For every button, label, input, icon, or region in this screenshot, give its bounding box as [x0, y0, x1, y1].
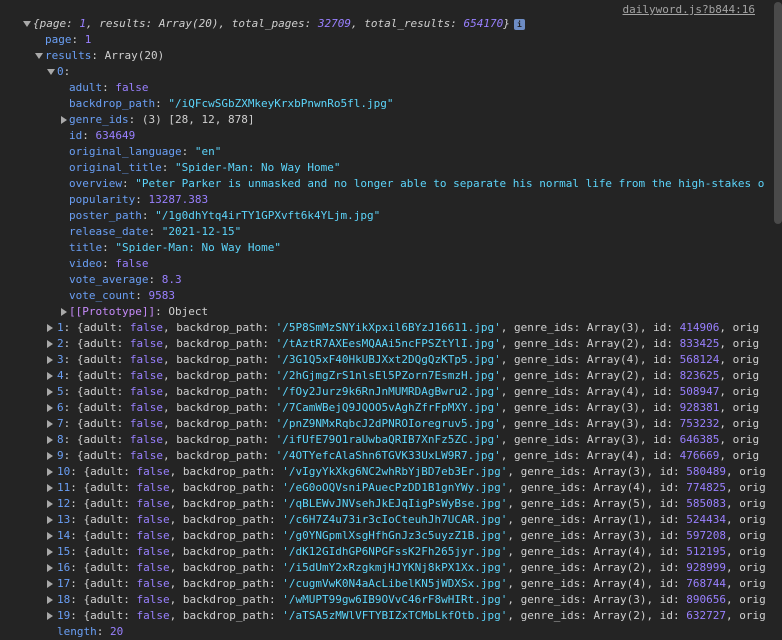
property-backdrop-path: backdrop_path: "/iQFcwSGbZXMkeyKrxbPnwnR… — [69, 97, 394, 110]
object-summary[interactable]: {page: 1, results: Array(20), total_page… — [33, 16, 525, 32]
expand-arrow-icon[interactable] — [47, 564, 53, 572]
result-item-row[interactable]: 11: {adult: false, backdrop_path: '/eG0o… — [57, 480, 766, 496]
results-property[interactable]: results: Array(20) — [45, 48, 164, 64]
source-link[interactable]: dailyword.js?b844:16 — [623, 2, 755, 18]
expand-arrow-icon[interactable] — [47, 340, 53, 348]
property-original-title: original_title: "Spider-Man: No Way Home… — [69, 161, 341, 174]
result-item-row[interactable]: 10: {adult: false, backdrop_path: '/vIgy… — [57, 464, 766, 480]
result-item-row[interactable]: 12: {adult: false, backdrop_path: '/qBLE… — [57, 496, 766, 512]
expand-arrow-icon[interactable] — [47, 388, 53, 396]
result-item-row[interactable]: 4: {adult: false, backdrop_path: '/2hGjm… — [57, 368, 759, 384]
expand-arrow-icon[interactable] — [47, 596, 53, 604]
scrollbar-thumb[interactable] — [774, 2, 782, 224]
result-item-row[interactable]: 15: {adult: false, backdrop_path: '/dK12… — [57, 544, 766, 560]
property-vote-count: vote_count: 9583 — [69, 289, 175, 302]
property-id: id: 634649 — [69, 129, 136, 142]
expand-arrow-icon[interactable] — [47, 516, 53, 524]
result-item-row[interactable]: 6: {adult: false, backdrop_path: '/7CamW… — [57, 400, 759, 416]
property-vote-average: vote_average: 8.3 — [69, 273, 182, 286]
length-property: length: 20 — [57, 625, 124, 638]
expand-arrow-icon[interactable] — [47, 436, 53, 444]
expand-arrow-icon[interactable] — [47, 612, 53, 620]
expand-arrow-icon[interactable] — [47, 404, 53, 412]
expand-arrow-icon[interactable] — [47, 532, 53, 540]
result-item-row[interactable]: 14: {adult: false, backdrop_path: '/g0YN… — [57, 528, 766, 544]
result-item-row[interactable]: 9: {adult: false, backdrop_path: '/4OTYe… — [57, 448, 759, 464]
result-item-row[interactable]: 18: {adult: false, backdrop_path: '/wMUP… — [57, 592, 766, 608]
result-item-row[interactable]: 17: {adult: false, backdrop_path: '/cugm… — [57, 576, 766, 592]
property-adult: adult: false — [69, 81, 149, 94]
expand-arrow-icon[interactable] — [23, 21, 31, 27]
property-poster-path: poster_path: "/1g0dhYtq4irTY1GPXvft6k4YL… — [69, 209, 381, 222]
expand-arrow-icon[interactable] — [47, 69, 55, 75]
expand-arrow-icon[interactable] — [35, 53, 43, 59]
info-icon[interactable]: i — [513, 18, 525, 30]
result-item-0[interactable]: 0: — [57, 64, 70, 80]
property-overview: overview: "Peter Parker is unmasked and … — [69, 177, 765, 190]
expand-arrow-icon[interactable] — [47, 548, 53, 556]
expand-arrow-icon[interactable] — [47, 452, 53, 460]
expand-arrow-icon[interactable] — [47, 468, 53, 476]
expand-arrow-icon[interactable] — [47, 420, 53, 428]
result-item-row[interactable]: 2: {adult: false, backdrop_path: '/tAztR… — [57, 336, 759, 352]
expand-arrow-icon[interactable] — [47, 356, 53, 364]
expand-arrow-icon[interactable] — [47, 500, 53, 508]
expand-arrow-icon[interactable] — [47, 580, 53, 588]
property-genre-ids[interactable]: genre_ids: (3) [28, 12, 878] — [69, 112, 254, 128]
property-original-language: original_language: "en" — [69, 145, 222, 158]
result-item-row[interactable]: 16: {adult: false, backdrop_path: '/i5dU… — [57, 560, 766, 576]
expand-arrow-icon[interactable] — [61, 116, 67, 124]
property-title: title: "Spider-Man: No Way Home" — [69, 241, 281, 254]
expand-arrow-icon[interactable] — [47, 324, 53, 332]
result-item-row[interactable]: 8: {adult: false, backdrop_path: '/ifUfE… — [57, 432, 759, 448]
property-video: video: false — [69, 257, 149, 270]
page-property: page: 1 — [45, 33, 92, 46]
expand-arrow-icon[interactable] — [47, 484, 53, 492]
result-item-row[interactable]: 7: {adult: false, backdrop_path: '/pnZ9N… — [57, 416, 759, 432]
result-item-row[interactable]: 19: {adult: false, backdrop_path: '/aTSA… — [57, 608, 766, 624]
expand-arrow-icon[interactable] — [61, 308, 67, 316]
property-release-date: release_date: "2021-12-15" — [69, 225, 242, 238]
result-item-row[interactable]: 5: {adult: false, backdrop_path: '/fOy2J… — [57, 384, 759, 400]
result-item-row[interactable]: 3: {adult: false, backdrop_path: '/3G1Q5… — [57, 352, 759, 368]
expand-arrow-icon[interactable] — [47, 372, 53, 380]
scrollbar[interactable] — [774, 0, 782, 639]
result-item-row[interactable]: 13: {adult: false, backdrop_path: '/c6H7… — [57, 512, 766, 528]
prototype-property[interactable]: [[Prototype]]: Object — [69, 304, 208, 320]
result-item-row[interactable]: 1: {adult: false, backdrop_path: '/5P8Sm… — [57, 320, 759, 336]
property-popularity: popularity: 13287.383 — [69, 193, 209, 206]
